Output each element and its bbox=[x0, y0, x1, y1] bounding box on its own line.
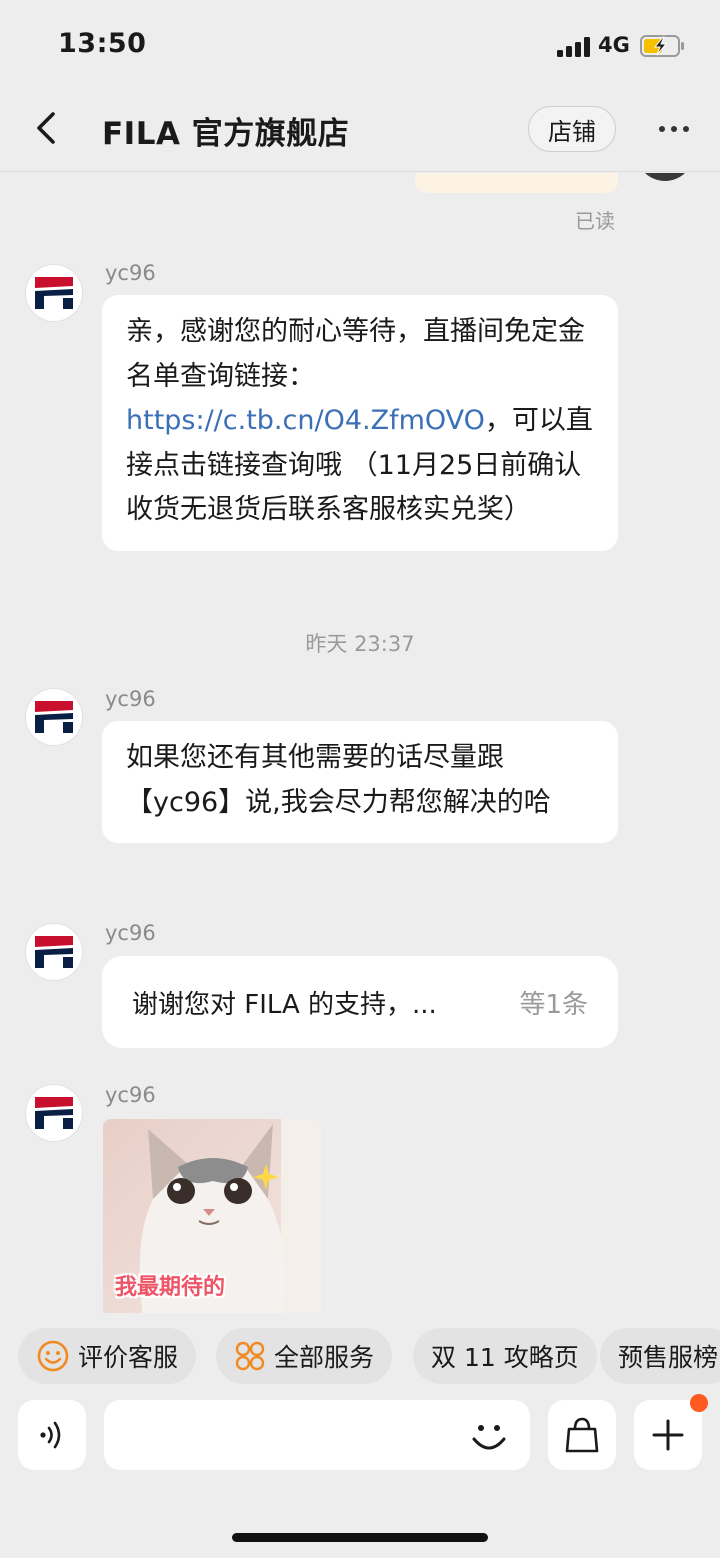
agent-avatar[interactable] bbox=[25, 1084, 83, 1142]
rate-service-chip[interactable]: 评价客服 bbox=[18, 1328, 197, 1384]
input-bar bbox=[0, 1394, 720, 1472]
back-button[interactable] bbox=[24, 106, 68, 150]
voice-button[interactable] bbox=[18, 1400, 86, 1470]
shopping-bag-icon bbox=[565, 1417, 599, 1453]
nav-bar: FILA 官方旗舰店 店铺 bbox=[0, 90, 720, 172]
chip-label: 双 11 攻略页 bbox=[431, 1343, 579, 1372]
voice-icon bbox=[40, 1421, 61, 1449]
battery-icon bbox=[640, 35, 684, 57]
signal-icon bbox=[557, 37, 591, 57]
fila-logo-icon bbox=[33, 1095, 75, 1131]
sender-name: yc96 bbox=[105, 921, 156, 945]
more-dot-icon bbox=[683, 126, 689, 132]
chip-label: 预售服榜 bbox=[618, 1343, 719, 1372]
home-indicator[interactable] bbox=[232, 1533, 488, 1542]
chip-label: 评价客服 bbox=[78, 1343, 179, 1372]
fila-logo-icon bbox=[33, 934, 75, 970]
folded-count[interactable]: 等1条 bbox=[519, 984, 588, 1021]
sender-name: yc96 bbox=[105, 261, 156, 285]
agent-avatar[interactable] bbox=[25, 688, 83, 746]
agent-avatar[interactable] bbox=[25, 264, 83, 322]
notification-dot bbox=[690, 1394, 708, 1412]
presale-ranking-chip[interactable]: 预售服榜 bbox=[600, 1328, 720, 1384]
message-text: 亲，感谢您的耐心等待，直播间免定金名单查询链接： bbox=[126, 316, 585, 392]
status-time: 13:50 bbox=[58, 28, 147, 59]
all-services-chip[interactable]: 全部服务 bbox=[216, 1328, 393, 1384]
message-link[interactable]: https://c.tb.cn/O4.ZfmOVO bbox=[126, 405, 485, 436]
grid-icon bbox=[235, 1341, 265, 1371]
plus-icon bbox=[652, 1419, 684, 1451]
folded-message[interactable]: 谢谢您对 FILA 的支持，... 等1条 bbox=[102, 956, 618, 1048]
previous-message-bubble[interactable] bbox=[415, 173, 618, 193]
user-avatar[interactable] bbox=[636, 173, 694, 181]
store-button[interactable]: 店铺 bbox=[528, 106, 616, 152]
page-title: FILA 官方旗舰店 bbox=[102, 116, 350, 152]
folded-message-text: 谢谢您对 FILA 的支持，... bbox=[132, 990, 437, 1020]
cat-sticker[interactable]: 我最期待的 bbox=[103, 1119, 321, 1313]
fila-logo-icon bbox=[33, 275, 75, 311]
quick-actions-bar: 评价客服 全部服务 双 11 攻略页 预售服榜 bbox=[0, 1328, 720, 1384]
chevron-left-icon bbox=[37, 112, 55, 144]
shopping-bag-button[interactable] bbox=[548, 1400, 616, 1470]
fila-logo-icon bbox=[33, 699, 75, 735]
network-label: 4G bbox=[598, 33, 630, 57]
chat-list[interactable]: 已读 yc96 亲，感谢您的耐心等待，直播间免定金名单查询链接： https://… bbox=[0, 173, 720, 1313]
double11-guide-chip[interactable]: 双 11 攻略页 bbox=[413, 1328, 597, 1384]
more-dot-icon bbox=[659, 126, 665, 132]
more-button[interactable] bbox=[654, 114, 694, 144]
sender-name: yc96 bbox=[105, 687, 156, 711]
sticker-caption: 我最期待的 bbox=[115, 1275, 226, 1300]
smiley-icon bbox=[37, 1340, 69, 1372]
message-text: 如果您还有其他需要的话尽量跟【yc96】说,我会尽力帮您解决的哈 bbox=[126, 742, 551, 818]
read-status: 已读 bbox=[575, 209, 615, 233]
message-bubble[interactable]: 亲，感谢您的耐心等待，直播间免定金名单查询链接： https://c.tb.cn/… bbox=[102, 295, 618, 551]
chip-label: 全部服务 bbox=[274, 1343, 375, 1372]
more-actions-button[interactable] bbox=[634, 1394, 708, 1470]
more-dot-icon bbox=[671, 126, 677, 132]
agent-avatar[interactable] bbox=[25, 923, 83, 981]
status-bar: 13:50 4G bbox=[0, 0, 720, 90]
timestamp: 昨天 23:37 bbox=[305, 632, 415, 656]
sender-name: yc96 bbox=[105, 1083, 156, 1107]
emoji-icon[interactable] bbox=[466, 1413, 512, 1459]
message-bubble[interactable]: 如果您还有其他需要的话尽量跟【yc96】说,我会尽力帮您解决的哈 bbox=[102, 721, 618, 843]
